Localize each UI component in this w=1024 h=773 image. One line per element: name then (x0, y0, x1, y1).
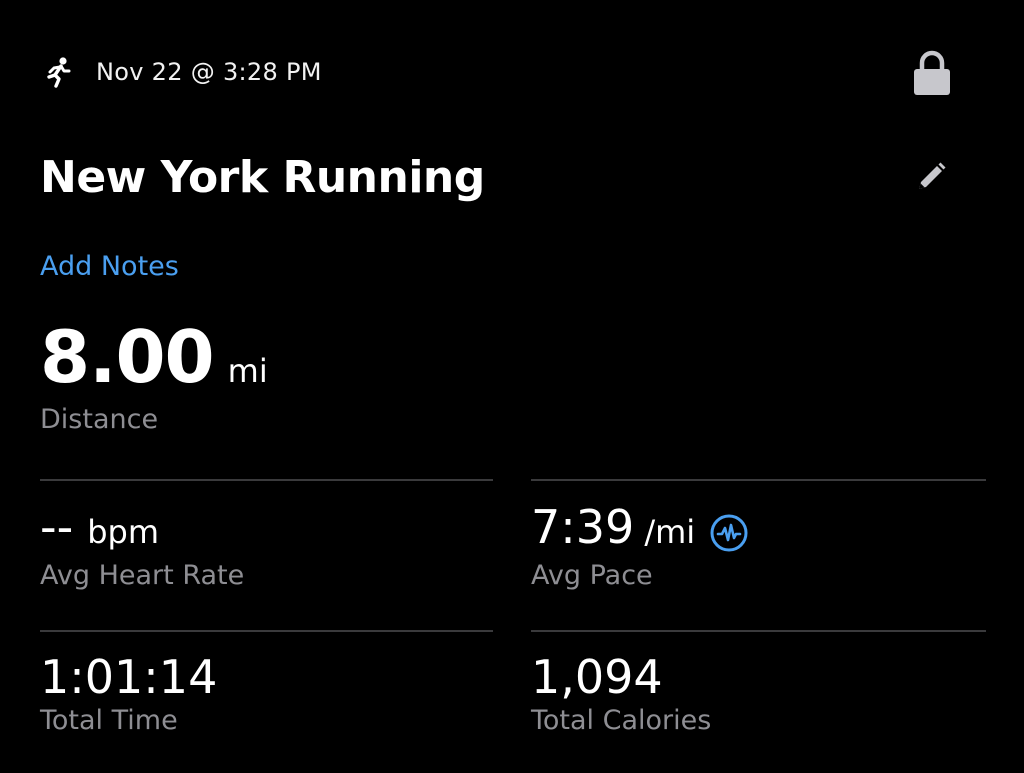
lock-icon[interactable] (910, 50, 954, 96)
distance-label: Distance (40, 404, 159, 435)
total-time-value-row: 1:01:14 (40, 650, 217, 704)
divider (40, 479, 493, 481)
pace-label: Avg Pace (531, 560, 653, 591)
divider (40, 630, 493, 632)
heart-rate-unit: bpm (87, 513, 159, 551)
total-time-label: Total Time (40, 705, 178, 736)
activity-waveform-icon[interactable] (709, 510, 749, 551)
heart-rate-label: Avg Heart Rate (40, 560, 245, 591)
heart-rate-value-row: -- bpm (40, 500, 244, 559)
calories-label: Total Calories (531, 705, 712, 736)
pace-value-row: 7:39 /mi (531, 500, 749, 559)
workout-header: Nov 22 @ 3:28 PM (40, 52, 322, 92)
divider (531, 479, 986, 481)
heart-rate-metric: -- bpm Avg Heart Rate (40, 500, 244, 593)
distance-value: 8.00 (40, 315, 215, 399)
workout-title: New York Running (40, 152, 485, 203)
pace-value: 7:39 (531, 500, 635, 554)
workout-date: Nov 22 @ 3:28 PM (96, 58, 322, 86)
heart-rate-value: -- (40, 500, 74, 554)
calories-value: 1,094 (531, 650, 663, 704)
total-time-value: 1:01:14 (40, 650, 218, 704)
distance-unit: mi (227, 352, 268, 390)
pace-unit: /mi (644, 513, 696, 551)
distance-value-row: 8.00 mi (40, 312, 268, 402)
divider (531, 630, 986, 632)
total-time-metric: 1:01:14 Total Time (40, 650, 217, 738)
pace-metric: 7:39 /mi Avg Pace (531, 500, 749, 593)
running-figure-icon (40, 54, 76, 90)
add-notes-link[interactable]: Add Notes (40, 250, 179, 284)
calories-metric: 1,094 Total Calories (531, 650, 711, 738)
calories-value-row: 1,094 (531, 650, 711, 704)
pencil-icon[interactable] (912, 158, 950, 196)
